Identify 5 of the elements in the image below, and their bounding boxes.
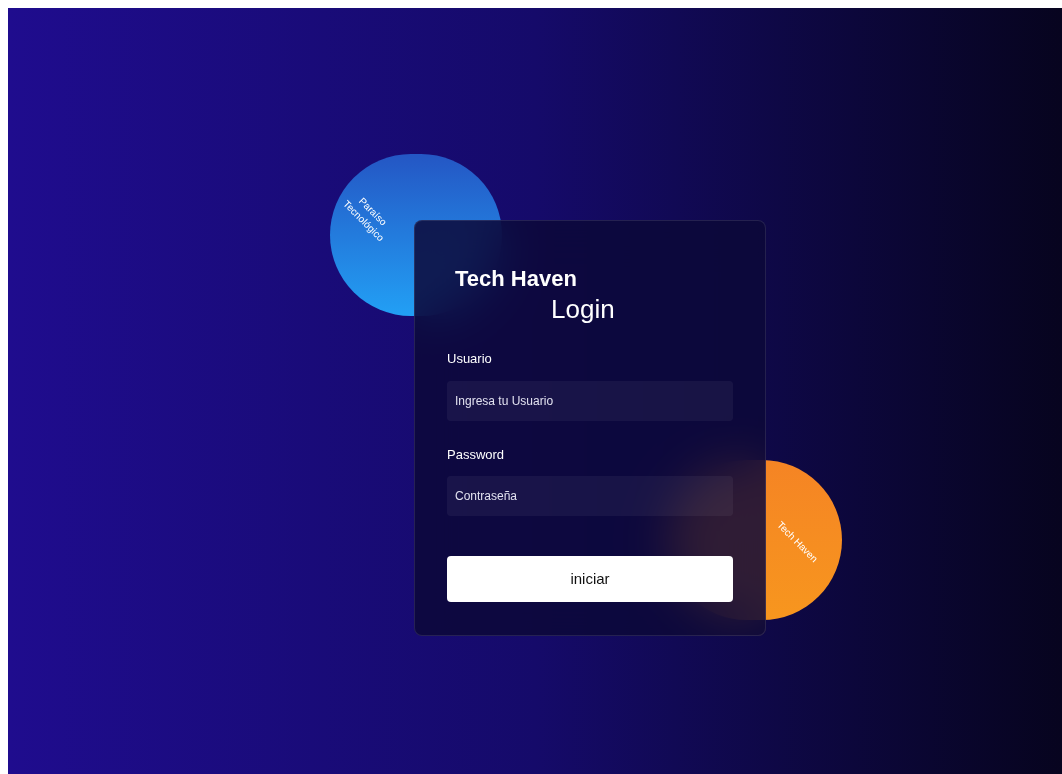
field-label: Password: [447, 445, 506, 464]
login-title: Login: [550, 292, 616, 325]
field-label: Usuario: [447, 350, 493, 368]
login-button[interactable]: iniciar: [447, 556, 733, 602]
brand-name: Tech Haven: [455, 265, 578, 293]
